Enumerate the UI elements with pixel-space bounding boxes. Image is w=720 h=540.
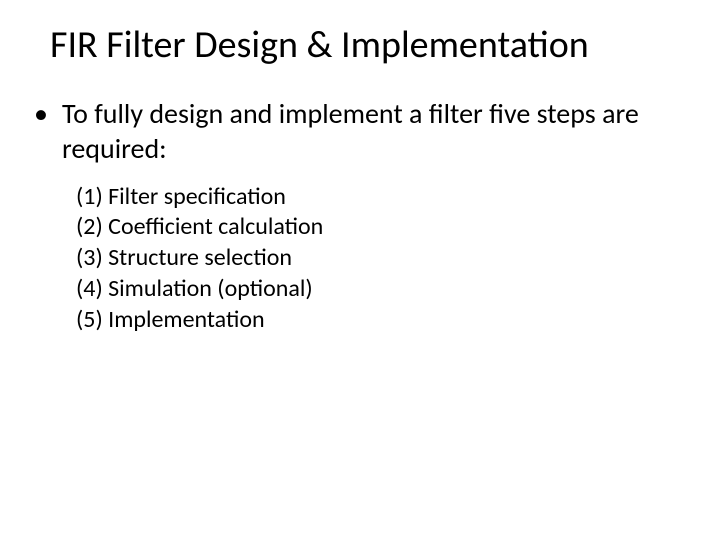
step-item: (5) Implementation xyxy=(76,305,680,336)
slide: FIR Filter Design & Implementation • To … xyxy=(0,0,720,540)
step-item: (2) Coefficient calculation xyxy=(76,212,680,243)
slide-title: FIR Filter Design & Implementation xyxy=(50,24,680,68)
bullet-text: To fully design and implement a filter f… xyxy=(62,96,680,166)
step-item: (4) Simulation (optional) xyxy=(76,274,680,305)
bullet-marker: • xyxy=(34,96,48,131)
step-item: (3) Structure selection xyxy=(76,243,680,274)
bullet-item: • To fully design and implement a filter… xyxy=(40,96,680,166)
step-item: (1) Filter specification xyxy=(76,182,680,213)
steps-list: (1) Filter specification (2) Coefficient… xyxy=(76,182,680,336)
